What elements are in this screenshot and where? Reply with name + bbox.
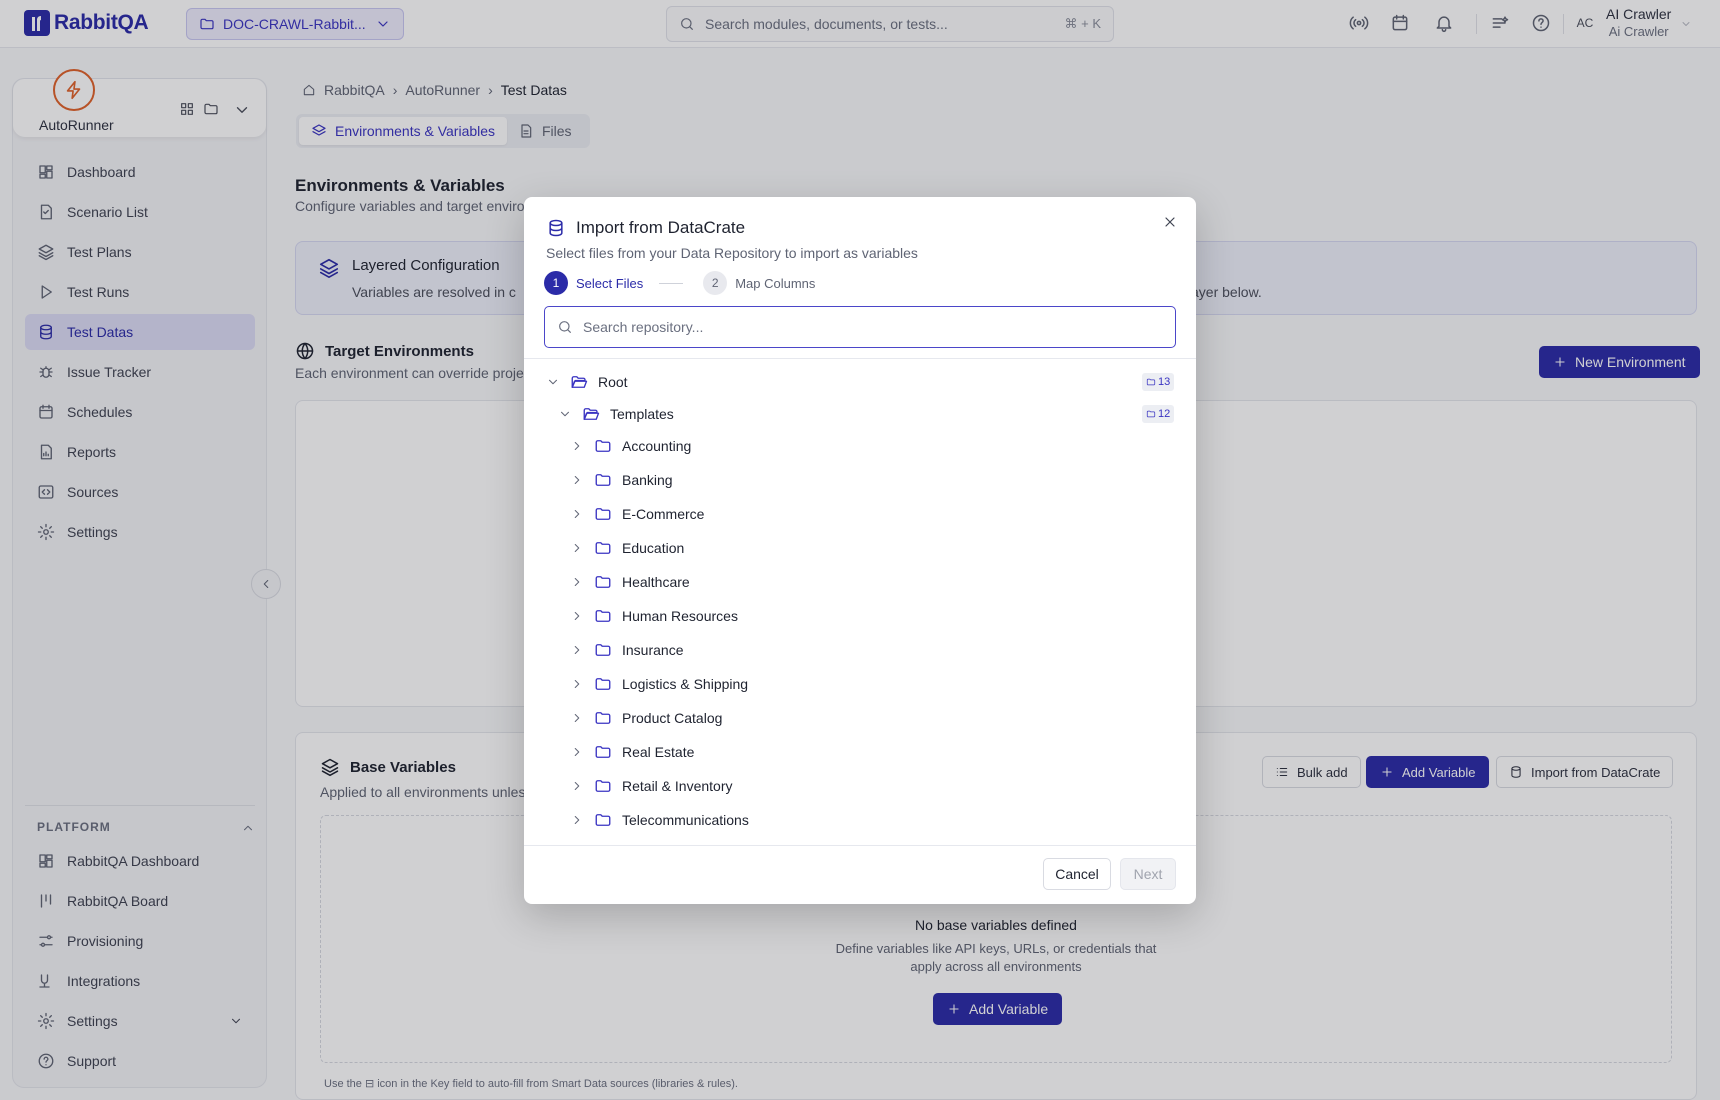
folder-icon: [595, 712, 611, 724]
step-number: 2: [703, 271, 728, 295]
tree-label: Insurance: [622, 642, 684, 658]
folder-icon: [595, 644, 611, 656]
tree-label: Templates: [610, 406, 674, 422]
folder-icon: [595, 678, 611, 690]
tree-root[interactable]: Root: [546, 367, 628, 397]
tree-label: Logistics & Shipping: [622, 676, 749, 692]
tree-folder[interactable]: Telecommunications: [570, 805, 749, 835]
folder-icon: [595, 474, 611, 486]
chevron-right-icon[interactable]: [570, 745, 584, 759]
tree-label: Accounting: [622, 438, 692, 454]
search-icon: [559, 321, 571, 333]
tree-label: Root: [598, 374, 628, 390]
chevron-right-icon[interactable]: [570, 439, 584, 453]
folder-open-icon: [571, 376, 588, 388]
tree-label: Real Estate: [622, 744, 695, 760]
tree-label: Healthcare: [622, 574, 690, 590]
chevron-right-icon[interactable]: [570, 609, 584, 623]
close-icon[interactable]: [1162, 214, 1178, 230]
repository-search[interactable]: [544, 306, 1176, 348]
folder-icon: [1146, 410, 1156, 418]
tree-folder[interactable]: Product Catalog: [570, 703, 722, 733]
chevron-right-icon[interactable]: [570, 779, 584, 793]
tree-folder[interactable]: Banking: [570, 465, 673, 495]
folder-icon: [595, 440, 611, 452]
import-datacrate-modal: Import from DataCrate Select files from …: [524, 197, 1196, 904]
modal-title-text: Import from DataCrate: [576, 218, 746, 237]
step-label: Select Files: [576, 275, 644, 291]
chevron-right-icon[interactable]: [570, 541, 584, 555]
stepper: 1 Select Files 2 Map Columns: [544, 271, 815, 295]
modal-title: Import from DataCrate: [546, 218, 745, 238]
folder-count-badge: 13: [1142, 373, 1175, 391]
folder-icon: [595, 508, 611, 520]
count: 13: [1158, 376, 1171, 388]
cancel-button[interactable]: Cancel: [1043, 858, 1111, 890]
step-connector: [659, 282, 684, 284]
modal-description: Select files from your Data Repository t…: [546, 245, 918, 261]
database-icon: [549, 219, 563, 237]
folder-icon: [595, 746, 611, 758]
count: 12: [1158, 408, 1171, 420]
tree-label: E-Commerce: [622, 506, 705, 522]
folder-icon: [595, 780, 611, 792]
tree-folder[interactable]: Logistics & Shipping: [570, 669, 748, 699]
folder-icon: [595, 576, 611, 588]
tree-label: Human Resources: [622, 608, 738, 624]
chevron-right-icon[interactable]: [570, 575, 584, 589]
chevron-right-icon[interactable]: [570, 643, 584, 657]
tree-label: Retail & Inventory: [622, 778, 733, 794]
step-number: 1: [544, 271, 568, 295]
divider: [524, 358, 1196, 359]
tree-folder[interactable]: Accounting: [570, 431, 691, 461]
chevron-down-icon[interactable]: [546, 375, 560, 389]
tree-label: Telecommunications: [622, 812, 749, 828]
tree-folder[interactable]: Human Resources: [570, 601, 738, 631]
folder-icon: [595, 814, 611, 826]
tree-label: Education: [622, 540, 685, 556]
tree-folder-templates[interactable]: Templates: [558, 399, 674, 429]
folder-icon: [1146, 378, 1156, 386]
tree-folder[interactable]: Education: [570, 533, 684, 563]
tree-label: Product Catalog: [622, 710, 723, 726]
step-label: Map Columns: [735, 275, 816, 291]
folder-icon: [595, 542, 611, 554]
chevron-right-icon[interactable]: [570, 813, 584, 827]
tree-folder[interactable]: Retail & Inventory: [570, 771, 733, 801]
chevron-right-icon[interactable]: [570, 473, 584, 487]
chevron-right-icon[interactable]: [570, 711, 584, 725]
tree-label: Banking: [622, 472, 673, 488]
tree-folder[interactable]: Real Estate: [570, 737, 694, 767]
tree-folder[interactable]: Healthcare: [570, 567, 690, 597]
folder-count-badge: 12: [1142, 405, 1175, 423]
folder-icon: [595, 610, 611, 622]
chevron-down-icon[interactable]: [558, 407, 572, 421]
tree-folder[interactable]: E-Commerce: [570, 499, 704, 529]
divider: [524, 845, 1196, 846]
chevron-right-icon[interactable]: [570, 507, 584, 521]
repository-search-input[interactable]: [583, 319, 1163, 335]
tree-folder[interactable]: Insurance: [570, 635, 683, 665]
next-button[interactable]: Next: [1120, 858, 1176, 890]
folder-open-icon: [583, 408, 600, 420]
chevron-right-icon[interactable]: [570, 677, 584, 691]
